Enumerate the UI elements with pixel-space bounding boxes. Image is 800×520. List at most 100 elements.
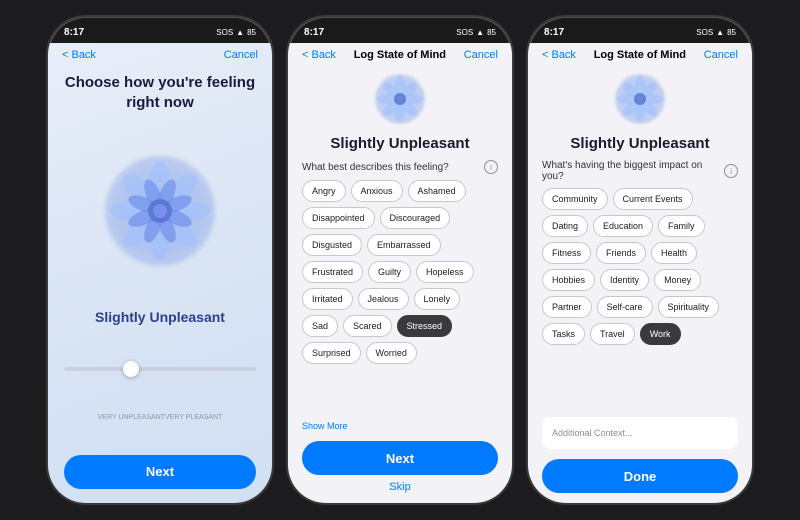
tag-health[interactable]: Health: [651, 242, 697, 264]
tag-embarrassed[interactable]: Embarrassed: [367, 234, 441, 256]
nav-bar-1: < Back Cancel: [48, 43, 272, 65]
tag-dating[interactable]: Dating: [542, 215, 588, 237]
status-bar-3: 8:17 SOS ▲ 85: [528, 17, 752, 43]
slider-thumb-1[interactable]: [123, 361, 139, 377]
slider-label-right: VERY PLEASANT: [165, 414, 222, 421]
status-time-1: 8:17: [64, 27, 84, 38]
tag-spirituality[interactable]: Spirituality: [658, 296, 720, 318]
signal-icon-3: SOS: [696, 28, 713, 37]
tag-friends[interactable]: Friends: [596, 242, 646, 264]
info-icon-3[interactable]: i: [724, 164, 738, 178]
screen2-footer: Next Skip: [288, 435, 512, 503]
tag-irritated[interactable]: Irritated: [302, 288, 353, 310]
tag-tasks[interactable]: Tasks: [542, 323, 585, 345]
status-time-3: 8:17: [544, 27, 564, 38]
next-button-1[interactable]: Next: [64, 455, 256, 489]
tag-discouraged[interactable]: Discouraged: [380, 207, 451, 229]
main-content-1: Choose how you're feeling right now: [48, 65, 272, 503]
question-row-3: What's having the biggest impact on you?…: [528, 156, 752, 184]
tag-self-care[interactable]: Self-care: [597, 296, 653, 318]
slider-label-left: VERY UNPLEASANT: [98, 414, 165, 421]
phone-screen2: 8:17 SOS ▲ 85 < Back Log State of Mind C…: [286, 15, 514, 505]
next-button-2[interactable]: Next: [302, 441, 498, 475]
status-icons-2: SOS ▲ 85: [456, 28, 496, 37]
tag-ashamed[interactable]: Ashamed: [408, 180, 466, 202]
tag-surprised[interactable]: Surprised: [302, 342, 361, 364]
nav-bar-2: < Back Log State of Mind Cancel: [288, 43, 512, 65]
tag-disappointed[interactable]: Disappointed: [302, 207, 375, 229]
tag-sad[interactable]: Sad: [302, 315, 338, 337]
screen1-content: < Back Cancel Choose how you're feeling …: [48, 43, 272, 503]
back-button-3[interactable]: < Back: [542, 49, 576, 61]
wifi-icon-3: ▲: [716, 28, 724, 37]
skip-link[interactable]: Skip: [389, 481, 410, 493]
tag-hopeless[interactable]: Hopeless: [416, 261, 474, 283]
tags-area-3: Community Current Events Dating Educatio…: [528, 184, 752, 413]
nav-bar-3: < Back Log State of Mind Cancel: [528, 43, 752, 65]
flower-visual-2: [370, 69, 430, 129]
wifi-icon: ▲: [236, 28, 244, 37]
status-time-2: 8:17: [304, 27, 324, 38]
tag-jealous[interactable]: Jealous: [358, 288, 409, 310]
nav-title-3: Log State of Mind: [594, 49, 686, 61]
tag-fitness[interactable]: Fitness: [542, 242, 591, 264]
back-button-2[interactable]: < Back: [302, 49, 336, 61]
tag-stressed[interactable]: Stressed: [397, 315, 453, 337]
tag-travel[interactable]: Travel: [590, 323, 635, 345]
battery-icon-2: 85: [487, 28, 496, 37]
status-icons-3: SOS ▲ 85: [696, 28, 736, 37]
tag-current-events[interactable]: Current Events: [613, 188, 693, 210]
nav-title-2: Log State of Mind: [354, 49, 446, 61]
phone-screen3: 8:17 SOS ▲ 85 < Back Log State of Mind C…: [526, 15, 754, 505]
main-title-1: Choose how you're feeling right now: [64, 73, 256, 112]
wifi-icon-2: ▲: [476, 28, 484, 37]
question-text-3: What's having the biggest impact on you?: [542, 160, 724, 182]
tag-angry[interactable]: Angry: [302, 180, 346, 202]
cancel-button-1[interactable]: Cancel: [224, 49, 258, 61]
flower-visual-1: [95, 146, 225, 276]
signal-icon-2: SOS: [456, 28, 473, 37]
tag-family[interactable]: Family: [658, 215, 705, 237]
screen2-main: < Back Log State of Mind Cancel: [288, 43, 512, 503]
done-button[interactable]: Done: [542, 459, 738, 493]
tag-guilty[interactable]: Guilty: [368, 261, 411, 283]
slider-track-1: [64, 367, 256, 371]
info-icon-2[interactable]: i: [484, 160, 498, 174]
signal-icon: SOS: [216, 28, 233, 37]
tag-disgusted[interactable]: Disgusted: [302, 234, 362, 256]
screen3-footer: Done: [528, 453, 752, 503]
tag-partner[interactable]: Partner: [542, 296, 592, 318]
tag-anxious[interactable]: Anxious: [351, 180, 403, 202]
tag-worried[interactable]: Worried: [366, 342, 417, 364]
question-text-2: What best describes this feeling?: [302, 162, 449, 173]
tag-community[interactable]: Community: [542, 188, 608, 210]
tag-education[interactable]: Education: [593, 215, 653, 237]
back-button-1[interactable]: < Back: [62, 49, 96, 61]
tag-hobbies[interactable]: Hobbies: [542, 269, 595, 291]
tag-work[interactable]: Work: [640, 323, 681, 345]
tags-area-2: Angry Anxious Ashamed Disappointed Disco…: [288, 176, 512, 419]
flower-visual-3: [610, 69, 670, 129]
question-row-2: What best describes this feeling? i: [288, 156, 512, 176]
screen3-main: < Back Log State of Mind Cancel: [528, 43, 752, 503]
context-placeholder: Additional Context...: [552, 428, 633, 438]
slider-labels-1: VERY UNPLEASANT VERY PLEASANT: [98, 414, 223, 421]
cancel-button-2[interactable]: Cancel: [464, 49, 498, 61]
slider-1[interactable]: [64, 361, 256, 377]
phone-screen1: 8:17 SOS ▲ 85 < Back Cancel Choose how y…: [46, 15, 274, 505]
context-input[interactable]: Additional Context...: [542, 417, 738, 449]
status-bar-2: 8:17 SOS ▲ 85: [288, 17, 512, 43]
tag-frustrated[interactable]: Frustrated: [302, 261, 363, 283]
cancel-button-3[interactable]: Cancel: [704, 49, 738, 61]
status-bar-1: 8:17 SOS ▲ 85: [48, 17, 272, 43]
battery-icon-3: 85: [727, 28, 736, 37]
section-heading-3: Slightly Unpleasant: [528, 133, 752, 156]
battery-icon: 85: [247, 28, 256, 37]
tag-identity[interactable]: Identity: [600, 269, 649, 291]
section-heading-2: Slightly Unpleasant: [288, 133, 512, 156]
status-icons-1: SOS ▲ 85: [216, 28, 256, 37]
show-more-link[interactable]: Show More: [288, 419, 512, 435]
tag-lonely[interactable]: Lonely: [414, 288, 461, 310]
tag-scared[interactable]: Scared: [343, 315, 392, 337]
tag-money[interactable]: Money: [654, 269, 701, 291]
